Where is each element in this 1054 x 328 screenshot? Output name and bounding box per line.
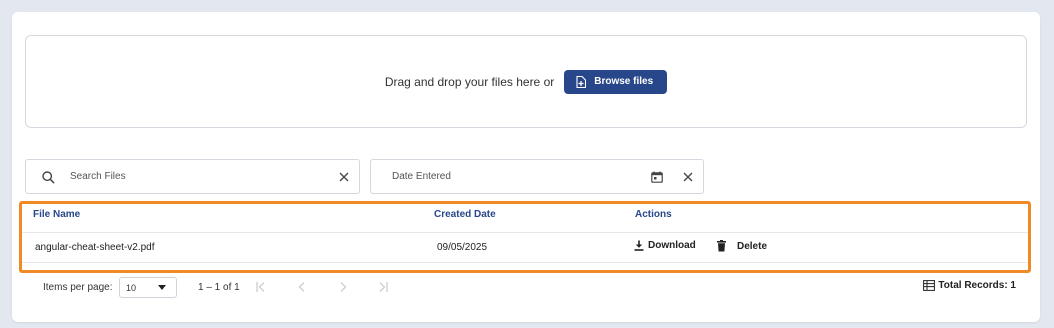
date-entered-input[interactable]	[390, 160, 644, 193]
file-drop-zone[interactable]: Drag and drop your files here or Browse …	[25, 35, 1027, 128]
total-records: Total Records: 1	[923, 280, 1016, 291]
date-field	[370, 159, 704, 194]
last-page-icon[interactable]	[375, 281, 389, 293]
chevron-down-icon	[158, 285, 166, 290]
browse-files-label: Browse files	[594, 76, 654, 87]
header-divider	[22, 232, 1028, 233]
next-page-icon[interactable]	[336, 281, 350, 293]
clear-search-icon[interactable]	[339, 172, 349, 182]
delete-label: Delete	[737, 240, 768, 252]
browse-files-button[interactable]: Browse files	[564, 69, 668, 94]
file-name-cell: angular-cheat-sheet-v2.pdf	[35, 242, 155, 253]
column-header-actions: Actions	[635, 209, 672, 220]
search-field	[25, 159, 360, 194]
download-label: Download	[648, 240, 696, 251]
page-size-select[interactable]: 10	[119, 277, 177, 298]
previous-page-icon[interactable]	[295, 281, 309, 293]
delete-button[interactable]: Delete	[717, 240, 767, 252]
row-divider	[22, 262, 1028, 263]
total-records-label: Total Records: 1	[938, 280, 1016, 291]
trash-icon	[717, 240, 726, 252]
table-list-icon	[923, 280, 936, 291]
drop-prompt-text: Drag and drop your files here or	[384, 74, 555, 89]
column-header-created-date[interactable]: Created Date	[434, 209, 496, 220]
search-icon	[42, 171, 55, 184]
first-page-icon[interactable]	[255, 281, 269, 293]
page-size-value: 10	[126, 283, 137, 293]
search-input[interactable]	[68, 160, 327, 193]
file-manager-card: Drag and drop your files here or Browse …	[12, 12, 1040, 322]
download-icon	[634, 240, 644, 251]
items-per-page-label: Items per page:	[43, 282, 113, 293]
download-button[interactable]: Download	[634, 240, 696, 251]
created-date-cell: 09/05/2025	[437, 242, 488, 253]
page-range-label: 1 – 1 of 1	[198, 282, 240, 293]
calendar-icon[interactable]	[651, 171, 663, 183]
clear-date-icon[interactable]	[683, 172, 693, 182]
column-header-file-name[interactable]: File Name	[33, 209, 80, 220]
file-add-icon	[576, 75, 587, 88]
